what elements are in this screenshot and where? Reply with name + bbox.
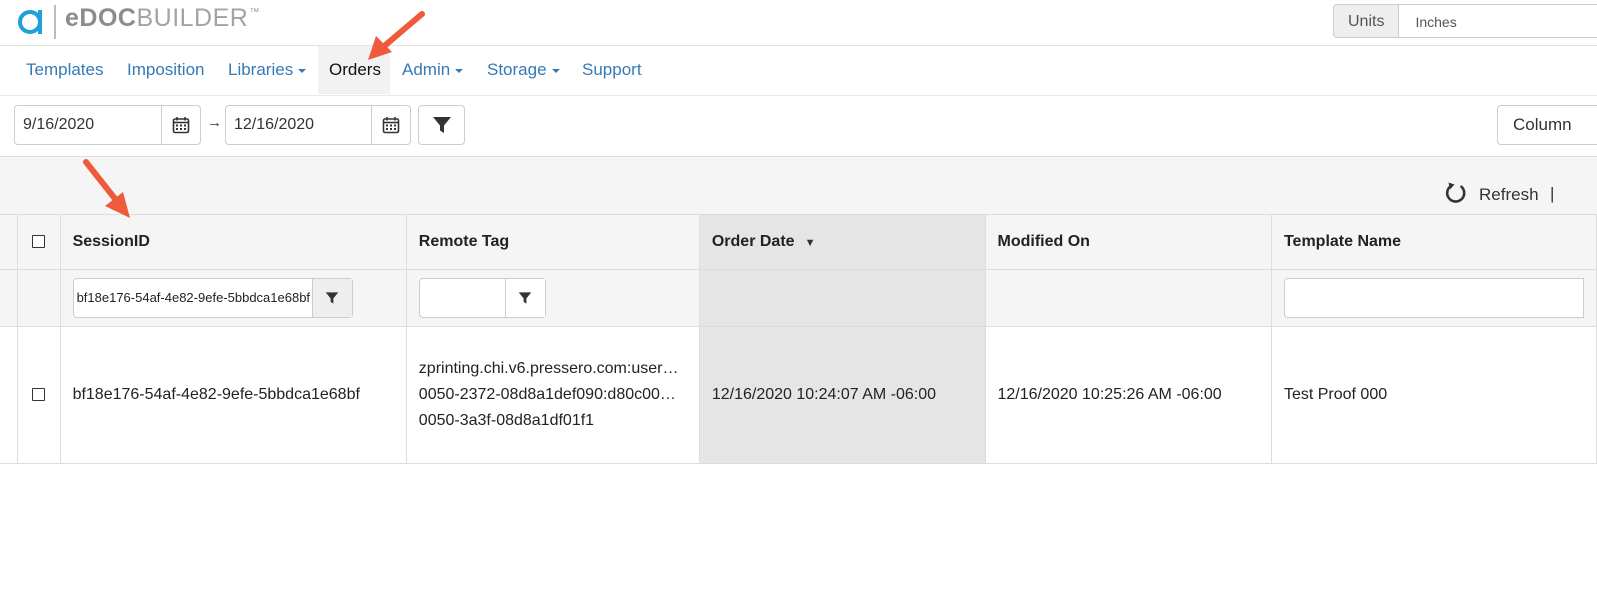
calendar-icon xyxy=(172,117,190,134)
nav-libraries[interactable]: Libraries xyxy=(217,46,317,94)
grid-toolbar: Refresh | xyxy=(0,156,1597,215)
remote-tag-filter xyxy=(418,278,546,318)
annotation-arrow-icon xyxy=(83,159,130,218)
session-id-filter-input[interactable]: bf18e176-54af-4e82-9efe-5bbdca1e68bf xyxy=(74,279,312,317)
row-select-checkbox[interactable] xyxy=(32,388,46,402)
nav-templates[interactable]: Templates xyxy=(15,46,114,94)
units-select[interactable]: Inches xyxy=(1399,4,1597,38)
nav-imposition[interactable]: Imposition xyxy=(116,46,215,94)
session-id-filter-cell: bf18e176-54af-4e82-9efe-5bbdca1e68bf xyxy=(59,269,407,327)
columns-button[interactable]: Column xyxy=(1497,105,1597,145)
row-select-cell xyxy=(16,326,61,464)
filter-icon xyxy=(432,117,451,133)
nav-support[interactable]: Support xyxy=(571,46,653,94)
nav-storage[interactable]: Storage xyxy=(476,46,571,94)
remote-tag-filter-input[interactable] xyxy=(420,279,505,317)
column-header-modified-on[interactable]: Modified On xyxy=(984,214,1272,270)
column-header-remote-tag[interactable]: Remote Tag xyxy=(405,214,700,270)
filter-icon xyxy=(518,292,532,304)
template-name-filter-input[interactable] xyxy=(1283,278,1584,318)
toolbar-divider: | xyxy=(1550,184,1555,203)
chevron-down-icon xyxy=(551,68,560,73)
template-name-filter-cell xyxy=(1270,269,1597,327)
start-date-picker: 9/16/2020 xyxy=(14,105,201,145)
main-nav: Templates Imposition Libraries Orders Ad… xyxy=(0,46,1597,96)
select-all-cell xyxy=(16,214,61,270)
session-id-filter: bf18e176-54af-4e82-9efe-5bbdca1e68bf xyxy=(72,278,353,318)
cell-session-id: bf18e176-54af-4e82-9efe-5bbdca1e68bf xyxy=(59,326,407,464)
session-id-filter-button[interactable] xyxy=(311,279,352,317)
column-header-session-id[interactable]: SessionID xyxy=(59,214,407,270)
grid-gutter-cell xyxy=(0,269,18,327)
select-all-checkbox[interactable] xyxy=(32,235,46,249)
refresh-icon[interactable] xyxy=(1444,181,1468,205)
column-header-order-date[interactable]: Order Date ▼ xyxy=(698,214,986,270)
grid-header-row: SessionID Remote Tag Order Date ▼ Modifie… xyxy=(0,214,1597,270)
end-date-input[interactable]: 12/16/2020 xyxy=(226,106,371,144)
grid-filter-row: bf18e176-54af-4e82-9efe-5bbdca1e68bf xyxy=(0,269,1597,327)
top-bar: eDOCBUILDER™ Units Inches xyxy=(0,0,1597,46)
orders-grid: SessionID Remote Tag Order Date ▼ Modifie… xyxy=(0,214,1597,464)
apply-date-filter-button[interactable] xyxy=(418,105,465,145)
cell-order-date: 12/16/2020 10:24:07 AM -06:00 xyxy=(698,326,986,464)
chevron-down-icon xyxy=(455,68,464,73)
end-date-calendar-button[interactable] xyxy=(371,106,410,144)
sort-descending-icon: ▼ xyxy=(804,237,816,249)
grid-gutter-cell xyxy=(0,326,18,464)
cell-remote-tag: zprinting.chi.v6.pressero.com:user… 0050… xyxy=(405,326,700,464)
filter-row-checkbox-cell xyxy=(16,269,61,327)
logo-separator xyxy=(54,5,56,39)
app-logo-text: eDOCBUILDER™ xyxy=(65,4,260,32)
units-label: Units xyxy=(1333,4,1400,38)
remote-tag-filter-cell xyxy=(405,269,700,327)
filter-icon xyxy=(325,292,339,304)
order-date-filter-cell xyxy=(698,269,986,327)
start-date-input[interactable]: 9/16/2020 xyxy=(15,106,161,144)
remote-tag-filter-button[interactable] xyxy=(504,279,545,317)
date-range-separator: → xyxy=(207,114,222,131)
units-selector: Units Inches xyxy=(1333,4,1597,38)
column-header-template-name[interactable]: Template Name xyxy=(1270,214,1597,270)
cell-modified-on: 12/16/2020 10:25:26 AM -06:00 xyxy=(984,326,1272,464)
modified-on-filter-cell xyxy=(984,269,1272,327)
table-row[interactable]: bf18e176-54af-4e82-9efe-5bbdca1e68bf zpr… xyxy=(0,326,1597,464)
end-date-picker: 12/16/2020 xyxy=(225,105,411,145)
chevron-down-icon xyxy=(298,68,307,73)
start-date-calendar-button[interactable] xyxy=(161,106,200,144)
calendar-icon xyxy=(382,117,400,134)
grid-gutter-cell xyxy=(0,214,18,270)
cell-template-name: Test Proof 000 xyxy=(1270,326,1597,464)
app-logo-icon[interactable] xyxy=(16,6,46,36)
annotation-arrow-icon xyxy=(368,11,425,60)
refresh-button[interactable]: Refresh xyxy=(1479,185,1539,205)
